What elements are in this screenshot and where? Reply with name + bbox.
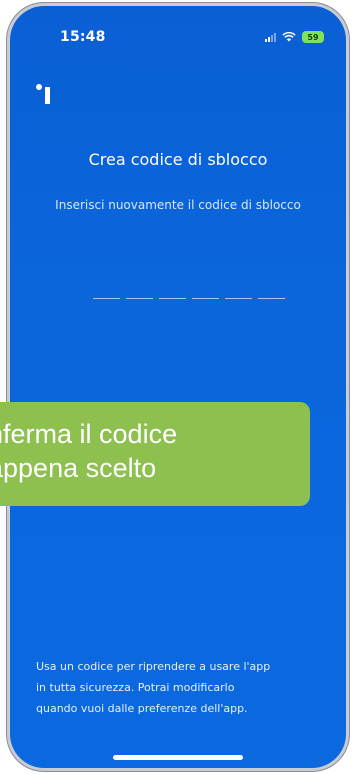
callout-line: nferma il codice [0, 419, 178, 449]
pin-slot[interactable] [192, 298, 219, 299]
wifi-icon [282, 32, 296, 42]
logo-bar [45, 87, 50, 104]
footer-line: Usa un codice per riprendere a usare l'a… [36, 660, 271, 673]
footer-line: quando vuoi dalle preferenze dell'app. [36, 702, 248, 715]
pin-slot[interactable] [258, 298, 285, 299]
pin-slot[interactable] [93, 298, 120, 299]
callout-line: appena scelto [0, 453, 157, 483]
signal-icon [265, 32, 276, 42]
logo-dot [36, 84, 42, 90]
page: 15:48 59 Crea codice di sblocco Inserisc… [0, 0, 356, 774]
status-bar: 15:48 59 [10, 6, 346, 56]
status-icons: 59 [265, 31, 324, 43]
app-screen: 15:48 59 Crea codice di sblocco Inserisc… [10, 6, 346, 768]
status-time: 15:48 [60, 29, 106, 45]
battery-icon: 59 [302, 31, 324, 43]
page-title: Crea codice di sblocco [88, 150, 268, 169]
pin-input[interactable] [93, 298, 285, 299]
footer-line: in tutta sicurezza. Potrai modificarlo [36, 681, 235, 694]
subtitle: Inserisci nuovamente il codice di sblocc… [55, 198, 301, 212]
footer-description: Usa un codice per riprendere a usare l'a… [36, 656, 326, 719]
pin-slot[interactable] [126, 298, 153, 299]
home-indicator[interactable] [113, 755, 243, 760]
callout-annotation: nferma il codice appena scelto [0, 402, 310, 506]
pin-slot[interactable] [159, 298, 186, 299]
app-logo-icon [36, 84, 60, 106]
phone-frame: 15:48 59 Crea codice di sblocco Inserisc… [6, 2, 350, 772]
pin-slot[interactable] [225, 298, 252, 299]
